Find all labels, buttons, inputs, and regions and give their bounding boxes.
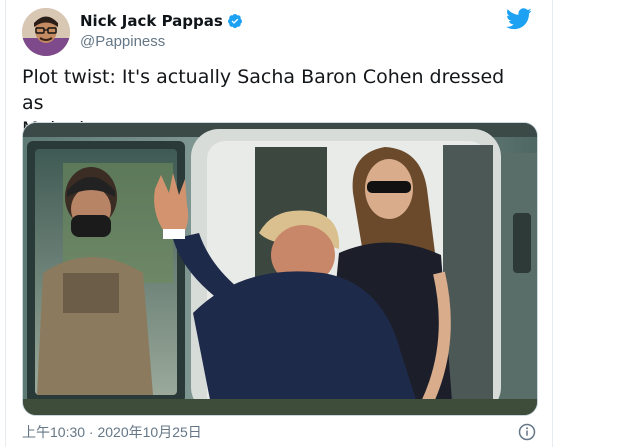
author-display-name-row[interactable]: Nick Jack Pappas bbox=[80, 12, 243, 30]
author-display-name[interactable]: Nick Jack Pappas bbox=[80, 12, 223, 30]
twitter-bird-icon[interactable] bbox=[506, 8, 532, 30]
avatar[interactable] bbox=[22, 8, 70, 56]
tweet-header: Nick Jack Pappas @Pappiness bbox=[22, 8, 536, 56]
tweet-card[interactable]: Nick Jack Pappas @Pappiness Plot twist: … bbox=[5, 0, 553, 447]
verified-badge-icon bbox=[227, 13, 243, 29]
tweet-timestamp[interactable]: 上午10:30 · 2020年10月25日 bbox=[22, 424, 202, 440]
author-names: Nick Jack Pappas @Pappiness bbox=[80, 12, 243, 52]
author-handle[interactable]: @Pappiness bbox=[80, 32, 243, 52]
tweet-footer: 上午10:30 · 2020年10月25日 bbox=[22, 421, 536, 443]
info-icon[interactable] bbox=[518, 423, 536, 441]
tweet-photo[interactable] bbox=[22, 122, 538, 416]
